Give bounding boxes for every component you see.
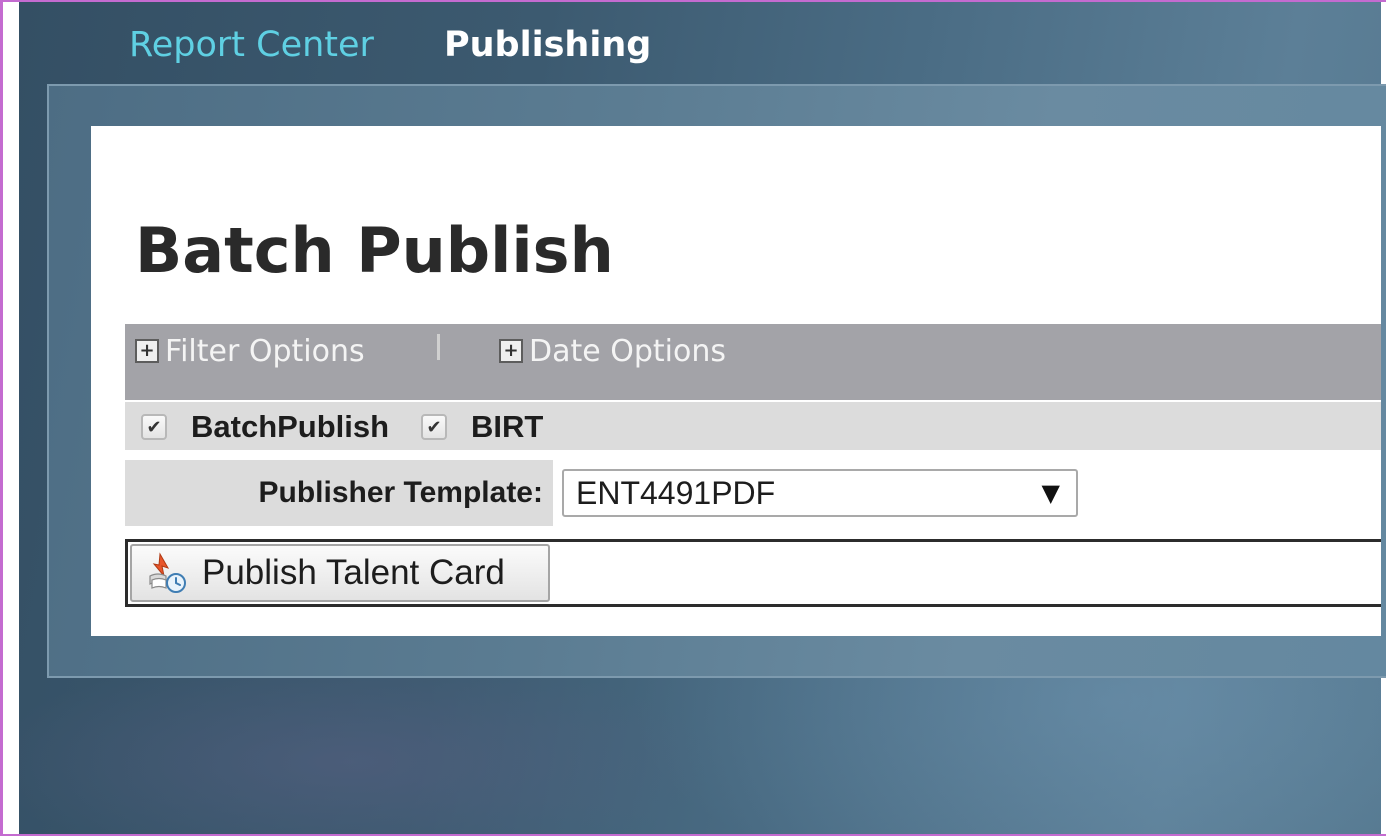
publish-talent-card-label: Publish Talent Card xyxy=(202,553,505,592)
options-bar: + Filter Options + Date Options xyxy=(125,324,1381,400)
filter-options-toggle[interactable]: + Filter Options xyxy=(135,333,365,369)
birt-checkbox[interactable]: ✔ xyxy=(421,414,447,440)
publish-talent-card-button[interactable]: Publish Talent Card xyxy=(130,544,550,602)
birt-label: BIRT xyxy=(471,409,544,444)
publisher-template-value: ENT4491PDF xyxy=(576,474,776,511)
nav-report-center[interactable]: Report Center xyxy=(129,25,374,65)
publisher-template-label: Publisher Template: xyxy=(258,476,543,509)
publish-type-row: ✔ BatchPublish ✔ BIRT xyxy=(125,402,1381,450)
screenshot-frame: Report Center Publishing Batch Publish +… xyxy=(0,0,1386,836)
expand-plus-icon: + xyxy=(135,339,159,363)
batch-publish-card: Batch Publish + Filter Options + Date Op… xyxy=(91,126,1381,636)
page-title: Batch Publish xyxy=(135,214,614,287)
batchpublish-checkbox[interactable]: ✔ xyxy=(141,414,167,440)
chevron-down-icon: ▼ xyxy=(1041,479,1060,507)
publisher-template-label-cell: Publisher Template: xyxy=(125,460,553,526)
birt-option: ✔ BIRT xyxy=(421,409,544,444)
options-separator xyxy=(437,334,440,360)
action-bar: Publish Talent Card xyxy=(125,539,1381,607)
top-navigation: Report Center Publishing xyxy=(129,20,721,70)
date-options-label: Date Options xyxy=(529,333,726,369)
batchpublish-label: BatchPublish xyxy=(191,409,390,444)
filter-options-label: Filter Options xyxy=(165,333,365,369)
batchpublish-option: ✔ BatchPublish xyxy=(141,409,390,444)
expand-plus-icon: + xyxy=(499,339,523,363)
nav-publishing[interactable]: Publishing xyxy=(444,25,651,65)
publish-talent-card-icon xyxy=(149,552,186,593)
publisher-template-select[interactable]: ENT4491PDF ▼ xyxy=(562,469,1078,517)
date-options-toggle[interactable]: + Date Options xyxy=(499,333,726,369)
